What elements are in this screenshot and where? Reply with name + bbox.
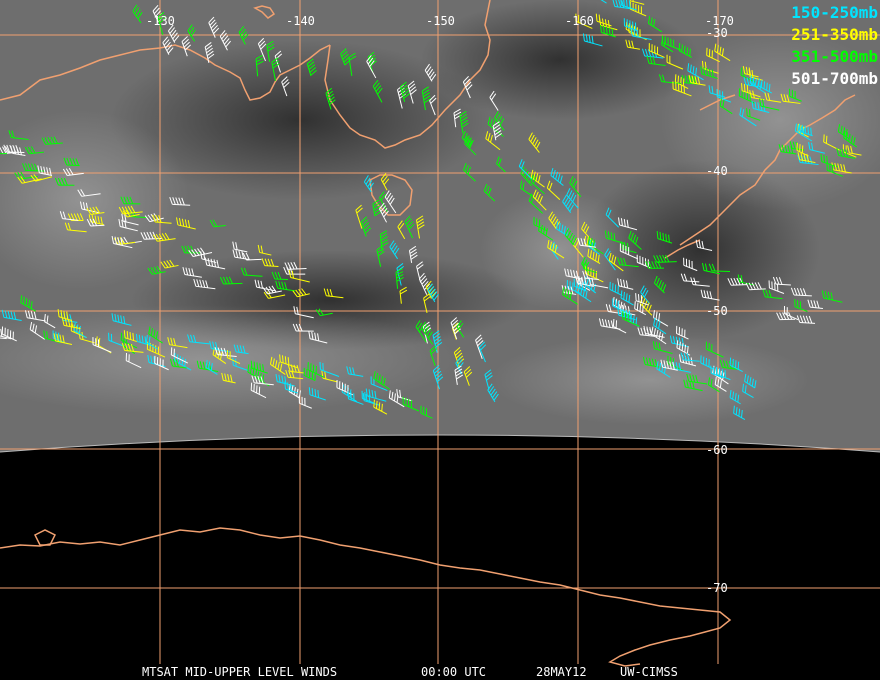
latitude-label: -60 [706,443,728,457]
latitude-label: -50 [706,304,728,318]
longitude-label: -140 [286,14,315,28]
longitude-label: -150 [426,14,455,28]
longitude-label: -160 [565,14,594,28]
latitude-label: -40 [706,164,728,178]
satellite-map: -130 -140 -150 -160 -170 -30 -40 -50 -60… [0,0,880,680]
source-label: UW-CIMSS [620,665,678,679]
longitude-label: -130 [146,14,175,28]
map-canvas [0,0,880,667]
product-title: MTSAT MID-UPPER LEVEL WINDS [142,665,338,679]
legend-item-351-500mb: 351-500mb [791,47,878,66]
legend-item-150-250mb: 150-250mb [791,3,878,22]
latitude-label: -30 [706,26,728,40]
legend-item-251-350mb: 251-350mb [791,25,878,44]
time-label: 00:00 UTC [421,665,487,679]
date-label: 28MAY12 [536,665,587,679]
footer-caption: MTSAT MID-UPPER LEVEL WINDS 00:00 UTC 28… [0,664,880,680]
latitude-label: -70 [706,581,728,595]
legend-item-501-700mb: 501-700mb [791,69,878,88]
